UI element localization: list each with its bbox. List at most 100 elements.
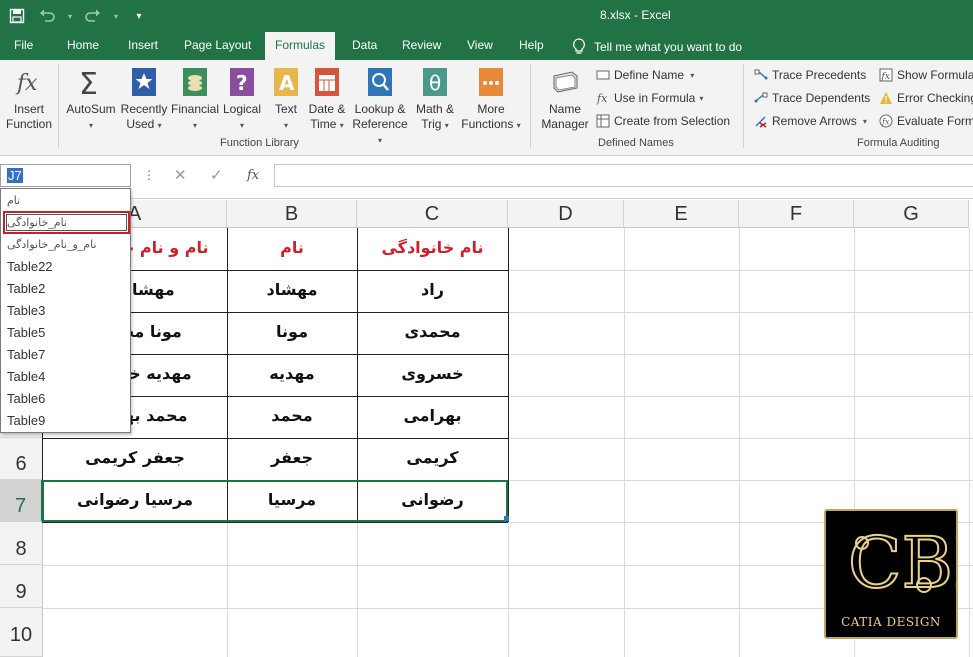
tab-view[interactable]: View	[467, 38, 493, 52]
text-button[interactable]: A Text ▾	[266, 66, 306, 133]
name-manager-label-2: Manager	[541, 117, 589, 131]
dropdown-item-table3[interactable]: Table3	[7, 300, 45, 322]
cell-c1[interactable]: نام خانوادگی	[358, 238, 507, 257]
dropdown-item-table4[interactable]: Table4	[7, 366, 45, 388]
chevron-down-icon: ▾	[860, 116, 867, 126]
name-manager-button[interactable]: Name Manager	[538, 66, 592, 132]
fx-icon: fx	[15, 71, 38, 96]
customize-qat-icon[interactable]: ▾	[128, 5, 150, 27]
table-resize-handle[interactable]	[504, 516, 509, 521]
trace-precedents-button[interactable]: Trace Precedents	[754, 68, 866, 82]
name-box[interactable]: J7	[0, 164, 131, 187]
define-name-label: Define Name	[614, 68, 685, 82]
insert-function-button[interactable]: fx Insert Function	[4, 66, 54, 132]
row-header-7[interactable]: 7	[0, 480, 43, 522]
tab-file[interactable]: File	[14, 38, 33, 52]
gridline	[969, 228, 970, 657]
cell-a6[interactable]: جعفر کریمی	[44, 448, 226, 467]
tab-page-layout[interactable]: Page Layout	[184, 38, 251, 52]
dropdown-item-name[interactable]: نام	[7, 190, 20, 212]
tab-review[interactable]: Review	[402, 38, 441, 52]
tab-formulas[interactable]: Formulas	[265, 32, 336, 60]
insert-function-fx-icon[interactable]: fx	[247, 168, 259, 183]
more-functions-button[interactable]: More Functions ▾	[459, 66, 523, 133]
cell-c7[interactable]: رضوانی	[358, 490, 507, 509]
redo-dropdown-icon[interactable]: ▾	[112, 5, 120, 27]
recently-used-button[interactable]: Recently Used ▾	[119, 66, 169, 133]
cell-b7[interactable]: مرسیا	[228, 490, 356, 509]
redo-icon[interactable]	[82, 5, 104, 27]
formula-bar-grip-icon[interactable]: ⋮	[143, 168, 155, 182]
name-box-value[interactable]: J7	[7, 168, 23, 183]
column-header-c[interactable]: C	[357, 200, 508, 228]
logical-button[interactable]: ? Logical ▾	[220, 66, 264, 133]
svg-text:fx: fx	[881, 72, 890, 82]
remove-arrows-button[interactable]: Remove Arrows ▾	[754, 114, 867, 128]
function-library-group-label: Function Library	[220, 137, 299, 149]
dropdown-item-table9[interactable]: Table9	[7, 410, 45, 432]
dropdown-item-full-name[interactable]: نام_و_نام_خانوادگی	[7, 234, 97, 256]
dropdown-item-table22[interactable]: Table22	[7, 256, 53, 278]
chevron-down-icon: ▾	[88, 121, 93, 130]
ribbon-separator	[743, 64, 744, 148]
cell-c2[interactable]: راد	[358, 280, 507, 299]
evaluate-formula-button[interactable]: fx Evaluate Form	[879, 114, 973, 128]
cell-b1[interactable]: نام	[228, 238, 356, 257]
tab-data[interactable]: Data	[352, 38, 377, 52]
row-header-6[interactable]: 6	[0, 438, 43, 480]
lookup-reference-button[interactable]: Lookup & Reference ▾	[349, 66, 411, 148]
financial-button[interactable]: Financial ▾	[170, 66, 220, 133]
dropdown-item-table2[interactable]: Table2	[7, 278, 45, 300]
cell-c5[interactable]: بهرامی	[358, 406, 507, 425]
undo-dropdown-icon[interactable]: ▾	[66, 5, 74, 27]
cell-b3[interactable]: مونا	[228, 322, 356, 341]
tag-icon	[596, 70, 610, 80]
lookup-reference-label-1: Lookup &	[354, 102, 406, 116]
dropdown-item-family-name[interactable]: نام_خانوادگی	[7, 212, 67, 234]
cell-c4[interactable]: خسروی	[358, 364, 507, 383]
column-header-g[interactable]: G	[854, 200, 969, 228]
cell-b2[interactable]: مهشاد	[228, 280, 356, 299]
cell-b4[interactable]: مهدیه	[228, 364, 356, 383]
column-header-d[interactable]: D	[508, 200, 624, 228]
tab-home[interactable]: Home	[67, 38, 99, 52]
cell-b6[interactable]: جعفر	[228, 448, 356, 467]
enter-icon[interactable]: ✓	[210, 166, 223, 184]
tab-insert[interactable]: Insert	[128, 38, 158, 52]
use-in-formula-label: Use in Formula	[614, 91, 696, 105]
save-icon[interactable]	[6, 5, 28, 27]
column-header-f[interactable]: F	[739, 200, 854, 228]
tab-help[interactable]: Help	[519, 38, 544, 52]
cell-c3[interactable]: محمدی	[358, 322, 507, 341]
row-header-8[interactable]: 8	[0, 522, 43, 565]
row-header-10[interactable]: 10	[0, 608, 43, 657]
define-name-button[interactable]: Define Name ▾	[596, 68, 694, 82]
ribbon-separator	[530, 64, 531, 148]
cell-b5[interactable]: محمد	[228, 406, 356, 425]
cell-a7[interactable]: مرسیا رضوانی	[44, 490, 226, 509]
tell-me-box[interactable]: Tell me what you want to do	[572, 38, 742, 56]
cell-c6[interactable]: کریمی	[358, 448, 507, 467]
date-time-button[interactable]: Date & Time ▾	[305, 66, 349, 133]
column-header-e[interactable]: E	[624, 200, 739, 228]
column-header-b[interactable]: B	[227, 200, 357, 228]
more-functions-label-1: More	[477, 102, 505, 116]
dropdown-item-table5[interactable]: Table5	[7, 322, 45, 344]
text-book-icon: A	[274, 68, 298, 96]
table-border	[42, 438, 508, 439]
dropdown-item-table7[interactable]: Table7	[7, 344, 45, 366]
row-header-9[interactable]: 9	[0, 565, 43, 608]
cancel-icon[interactable]: ✕	[174, 166, 187, 184]
error-checking-button[interactable]: Error Checking	[879, 91, 973, 105]
undo-icon[interactable]	[36, 5, 58, 27]
show-formulas-button[interactable]: fx Show Formula	[879, 68, 973, 82]
math-trig-button[interactable]: θ Math & Trig ▾	[413, 66, 457, 133]
autosum-button[interactable]: Σ AutoSum ▾	[64, 66, 118, 133]
use-in-formula-button[interactable]: fx Use in Formula ▾	[596, 91, 703, 105]
trace-dependents-button[interactable]: Trace Dependents	[754, 91, 870, 105]
create-from-selection-button[interactable]: Create from Selection	[596, 114, 730, 128]
dropdown-item-table6[interactable]: Table6	[7, 388, 45, 410]
star-book-icon	[132, 68, 156, 96]
formula-input[interactable]	[274, 164, 973, 187]
math-trig-label-2: Trig	[421, 117, 442, 131]
